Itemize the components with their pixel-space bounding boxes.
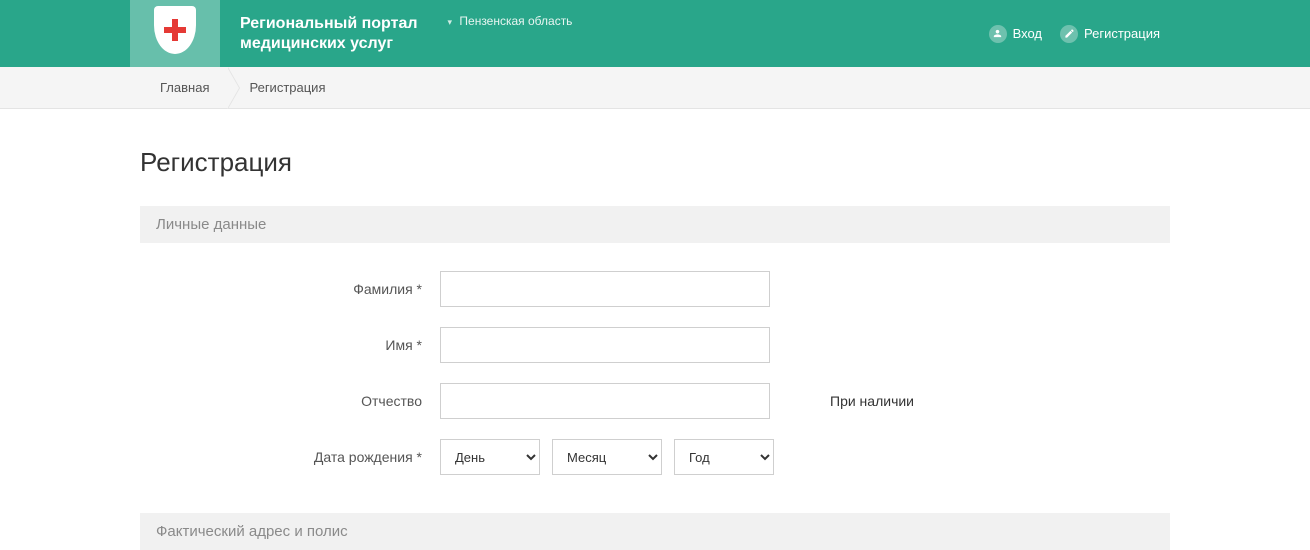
- select-year[interactable]: Год: [674, 439, 774, 475]
- breadcrumb-current: Регистрация: [229, 67, 345, 108]
- page-title: Регистрация: [140, 147, 1170, 178]
- input-lastname[interactable]: [440, 271, 770, 307]
- login-link[interactable]: Вход: [989, 25, 1042, 43]
- form-personal: Фамилия * Имя * Отчество При наличии Дат…: [140, 243, 1170, 513]
- content: Регистрация Личные данные Фамилия * Имя …: [140, 109, 1170, 550]
- region-selector[interactable]: Пензенская область: [448, 14, 573, 28]
- breadcrumb: Главная Регистрация: [0, 67, 1310, 109]
- breadcrumb-home[interactable]: Главная: [140, 67, 229, 108]
- region-label: Пензенская область: [459, 14, 572, 28]
- select-month[interactable]: Месяц: [552, 439, 662, 475]
- cross-icon: [164, 19, 186, 41]
- row-patronymic: Отчество При наличии: [140, 383, 1170, 419]
- register-link[interactable]: Регистрация: [1060, 25, 1160, 43]
- shield-icon: [154, 6, 196, 54]
- label-lastname: Фамилия *: [140, 281, 440, 297]
- logo[interactable]: [130, 0, 220, 67]
- section-address-header: Фактический адрес и полис: [140, 513, 1170, 550]
- header-inner: Региональный портал медицинских услуг Пе…: [130, 0, 1160, 67]
- site-title-line2: медицинских услуг: [240, 34, 418, 54]
- select-day[interactable]: День: [440, 439, 540, 475]
- site-title: Региональный портал медицинских услуг: [240, 14, 418, 54]
- label-firstname: Имя *: [140, 337, 440, 353]
- login-label: Вход: [1013, 26, 1042, 41]
- dob-selects: День Месяц Год: [440, 439, 774, 475]
- row-lastname: Фамилия *: [140, 271, 1170, 307]
- input-patronymic[interactable]: [440, 383, 770, 419]
- section-personal-header: Личные данные: [140, 206, 1170, 243]
- register-label: Регистрация: [1084, 26, 1160, 41]
- breadcrumb-inner: Главная Регистрация: [140, 67, 1170, 108]
- label-patronymic: Отчество: [140, 393, 440, 409]
- pencil-icon: [1060, 25, 1078, 43]
- hint-patronymic: При наличии: [830, 393, 914, 409]
- breadcrumb-current-label: Регистрация: [249, 80, 325, 95]
- user-icon: [989, 25, 1007, 43]
- header-right: Вход Регистрация: [989, 25, 1160, 43]
- input-firstname[interactable]: [440, 327, 770, 363]
- row-dob: Дата рождения * День Месяц Год: [140, 439, 1170, 475]
- site-title-line1: Региональный портал: [240, 14, 418, 34]
- row-firstname: Имя *: [140, 327, 1170, 363]
- header: Региональный портал медицинских услуг Пе…: [0, 0, 1310, 67]
- breadcrumb-home-label: Главная: [160, 80, 209, 95]
- label-dob: Дата рождения *: [140, 449, 440, 465]
